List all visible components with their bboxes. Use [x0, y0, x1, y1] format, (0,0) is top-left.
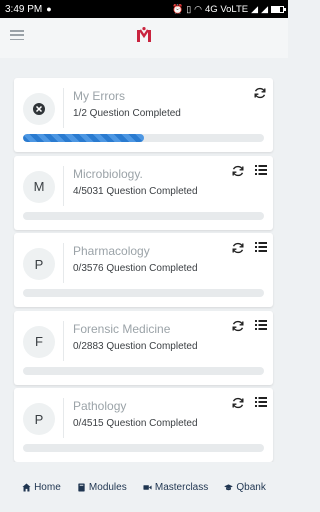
module-list: My Errors 1/2 Question Completed M Micro…	[14, 78, 273, 466]
video-icon	[143, 484, 152, 490]
card-subtitle: 0/3576 Question Completed	[73, 263, 198, 274]
module-card-microbiology[interactable]: M Microbiology. 4/5031 Question Complete…	[14, 155, 273, 230]
menu-line	[10, 30, 24, 32]
card-subtitle: 4/5031 Question Completed	[73, 185, 198, 197]
wifi-icon: ◠	[194, 3, 203, 14]
list-icon[interactable]	[255, 396, 267, 408]
refresh-icon[interactable]	[231, 396, 245, 410]
avatar: P	[23, 403, 55, 435]
nav-masterclass[interactable]: Masterclass	[143, 482, 208, 493]
error-icon	[33, 103, 45, 115]
card-subtitle: 0/4515 Question Completed	[73, 418, 198, 429]
list-icon[interactable]	[255, 241, 267, 253]
card-title: My Errors	[73, 89, 125, 103]
nav-modules[interactable]: Modules	[77, 482, 127, 493]
menu-button[interactable]	[10, 28, 24, 42]
nav-qbank[interactable]: Qbank	[224, 481, 266, 493]
notification-icon: ●	[46, 3, 52, 14]
progress-fill	[23, 134, 144, 142]
signal-icon: ◢	[251, 3, 259, 14]
divider	[63, 165, 64, 206]
graduation-cap-icon	[224, 483, 234, 490]
card-subtitle: 1/2 Question Completed	[73, 108, 181, 119]
module-card-forensic-medicine[interactable]: F Forensic Medicine 0/2883 Question Comp…	[14, 310, 273, 385]
list-icon[interactable]	[255, 164, 267, 176]
progress-bar	[23, 366, 264, 375]
avatar: M	[23, 170, 55, 203]
nav-label: Modules	[88, 481, 127, 493]
module-card-pathology[interactable]: P Pathology 0/4515 Question Completed	[14, 388, 273, 462]
module-card-my-errors[interactable]: My Errors 1/2 Question Completed	[14, 78, 273, 152]
module-card-pharmacology[interactable]: P Pharmacology 0/3576 Question Completed	[14, 233, 273, 307]
card-subtitle: 0/2883 Question Completed	[73, 340, 198, 352]
signal-icon-2: ◢	[261, 3, 268, 14]
refresh-icon[interactable]	[231, 319, 245, 333]
nav-label: Masterclass	[154, 481, 209, 493]
status-time: 3:49 PM	[5, 3, 43, 15]
divider	[63, 88, 64, 128]
card-title: Microbiology.	[73, 166, 143, 181]
refresh-icon[interactable]	[231, 164, 245, 178]
divider	[63, 243, 64, 283]
book-icon	[78, 482, 85, 492]
app-logo	[137, 27, 151, 42]
card-title: Forensic Medicine	[73, 321, 171, 336]
divider	[63, 398, 64, 438]
menu-line	[10, 34, 24, 36]
vibrate-icon: ▯	[186, 3, 192, 14]
progress-bar	[23, 211, 264, 220]
app-bar	[0, 18, 288, 58]
card-title: Pathology	[73, 399, 127, 413]
avatar	[23, 93, 55, 125]
menu-line	[10, 38, 24, 40]
progress-bar	[23, 444, 264, 452]
bottom-nav: Home Modules Masterclass Qbank	[0, 462, 288, 512]
home-icon	[22, 482, 31, 492]
nav-label: Home	[34, 481, 61, 493]
divider	[63, 320, 64, 361]
card-title: Pharmacology	[73, 244, 150, 258]
list-icon[interactable]	[255, 319, 267, 331]
alarm-icon: ⏰	[171, 3, 184, 14]
refresh-icon[interactable]	[253, 86, 267, 100]
avatar: P	[23, 248, 55, 280]
network-label: 4G VoLTE	[205, 3, 249, 15]
avatar: F	[23, 325, 55, 358]
nav-home[interactable]: Home	[22, 482, 61, 493]
battery-icon	[271, 5, 286, 13]
status-bar: 3:49 PM ● ⏰ ▯ ◠ 4G VoLTE ◢ ◢	[0, 0, 288, 18]
refresh-icon[interactable]	[231, 241, 245, 255]
progress-bar	[23, 289, 264, 297]
nav-label: Qbank	[236, 481, 266, 493]
progress-bar	[23, 134, 264, 142]
